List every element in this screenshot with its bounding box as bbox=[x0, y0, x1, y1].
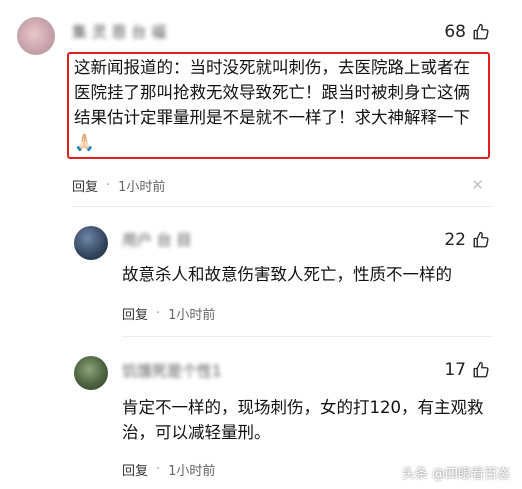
thumbs-up-icon bbox=[473, 23, 489, 40]
like-button[interactable]: 68 bbox=[444, 22, 490, 42]
username[interactable]: 用户 台 目 bbox=[122, 229, 192, 250]
avatar[interactable] bbox=[74, 356, 108, 390]
username[interactable]: 饥饿死是个性1 bbox=[122, 360, 222, 381]
comment-text: 故意杀人和故意伤害致人死亡，性质不一样的 bbox=[122, 265, 452, 284]
avatar[interactable] bbox=[17, 17, 55, 55]
timestamp: 1小时前 bbox=[118, 180, 166, 195]
username[interactable]: 集 灵 恩 台 福 bbox=[72, 21, 166, 42]
divider bbox=[122, 336, 492, 337]
timestamp: 1小时前 bbox=[168, 464, 216, 479]
comment-text: 这新闻报道的：当时没死就叫刺伤，去医院路上或者在医院挂了那叫抢救无效导致死亡！跟… bbox=[74, 58, 470, 152]
comment-meta: 回复 · 1小时前 bbox=[122, 460, 215, 479]
separator-dot: · bbox=[106, 178, 111, 193]
like-button[interactable]: 22 bbox=[444, 230, 490, 250]
like-count: 22 bbox=[444, 230, 466, 250]
watermark: 头条 @四眼看百态 bbox=[401, 467, 510, 482]
comment-text: 肯定不一样的，现场刺伤，女的打120，有主观救治，可以减轻量刑。 bbox=[122, 398, 484, 442]
like-count: 17 bbox=[444, 360, 466, 380]
thumbs-up-icon bbox=[473, 231, 489, 248]
timestamp: 1小时前 bbox=[168, 308, 216, 323]
separator-dot: · bbox=[156, 306, 161, 321]
divider bbox=[72, 206, 492, 207]
comment-meta: 回复 · 1小时前 bbox=[122, 304, 215, 323]
close-icon[interactable]: ✕ bbox=[471, 176, 484, 194]
comment-meta: 回复 · 1小时前 bbox=[72, 176, 165, 195]
like-count: 68 bbox=[444, 22, 466, 42]
thumbs-up-icon bbox=[473, 361, 489, 378]
reply-button[interactable]: 回复 bbox=[122, 460, 148, 479]
separator-dot: · bbox=[156, 462, 161, 477]
reply-button[interactable]: 回复 bbox=[72, 176, 98, 195]
avatar[interactable] bbox=[74, 226, 108, 260]
like-button[interactable]: 17 bbox=[444, 360, 490, 380]
reply-button[interactable]: 回复 bbox=[122, 304, 148, 323]
